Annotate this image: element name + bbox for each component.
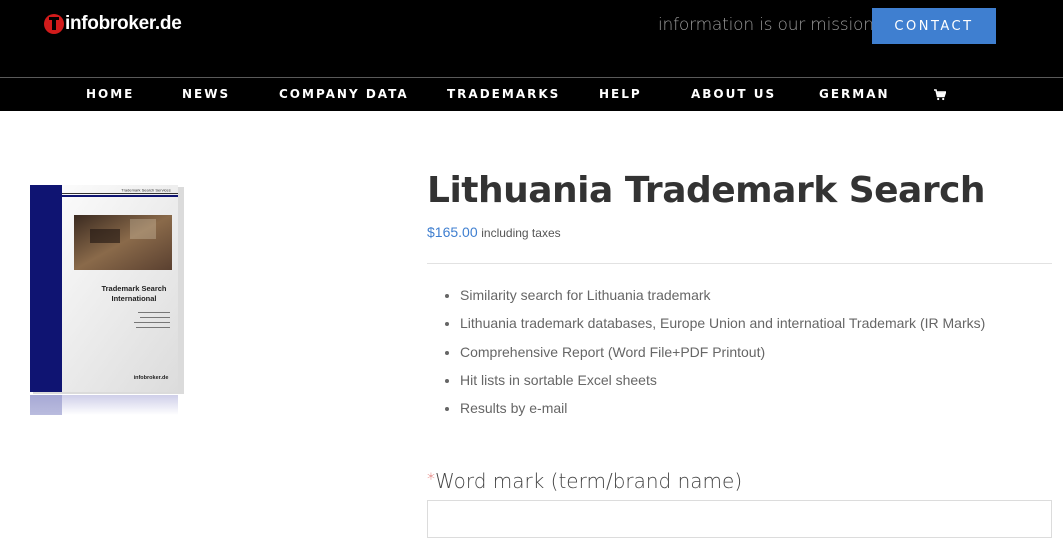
divider [427,263,1052,264]
required-marker: * [427,469,435,488]
logo-text: infobroker.de [65,13,182,34]
contact-button[interactable]: CONTACT [872,8,996,44]
product-title: Lithuania Trademark Search [427,170,986,211]
feature-item: Results by e-mail [460,395,985,423]
logo-icon [44,14,64,34]
shopping-cart-icon[interactable] [934,89,946,101]
feature-item: Lithuania trademark databases, Europe Un… [460,310,985,338]
nav-item-news[interactable]: NEWS [182,87,230,101]
price-note: including taxes [481,226,561,240]
wordmark-input[interactable] [427,500,1052,538]
tagline: information is our mission [658,15,874,35]
top-header: infobroker.de information is our mission… [0,0,1063,77]
nav-item-trademarks[interactable]: TRADEMARKS [447,87,560,101]
brochure-brand: infobroker.de [134,375,169,381]
main-nav: HOME NEWS COMPANY DATA TRADEMARKS HELP A… [0,77,1063,111]
feature-item: Similarity search for Lithuania trademar… [460,282,985,310]
nav-item-home[interactable]: HOME [86,87,134,101]
brochure-header-text: Trademark Search Services [121,188,170,193]
product-price: $165.00 [427,224,478,240]
nav-item-company-data[interactable]: COMPANY DATA [279,87,409,101]
nav-item-help[interactable]: HELP [599,87,642,101]
feature-item: Hit lists in sortable Excel sheets [460,367,985,395]
wordmark-label-text: Word mark (term/brand name) [435,469,743,493]
feature-item: Comprehensive Report (Word File+PDF Prin… [460,339,985,367]
brochure-title-line2: International [111,294,156,303]
product-image: Trademark Search Services Trademark Sear… [30,185,184,415]
nav-item-about-us[interactable]: ABOUT US [691,87,776,101]
feature-list: Similarity search for Lithuania trademar… [427,282,985,423]
nav-item-german[interactable]: GERMAN [819,87,890,101]
wordmark-label: *Word mark (term/brand name) [427,469,742,493]
site-logo[interactable]: infobroker.de [44,12,182,36]
price-row: $165.00 including taxes [427,224,561,240]
brochure-title-line1: Trademark Search [101,284,166,293]
